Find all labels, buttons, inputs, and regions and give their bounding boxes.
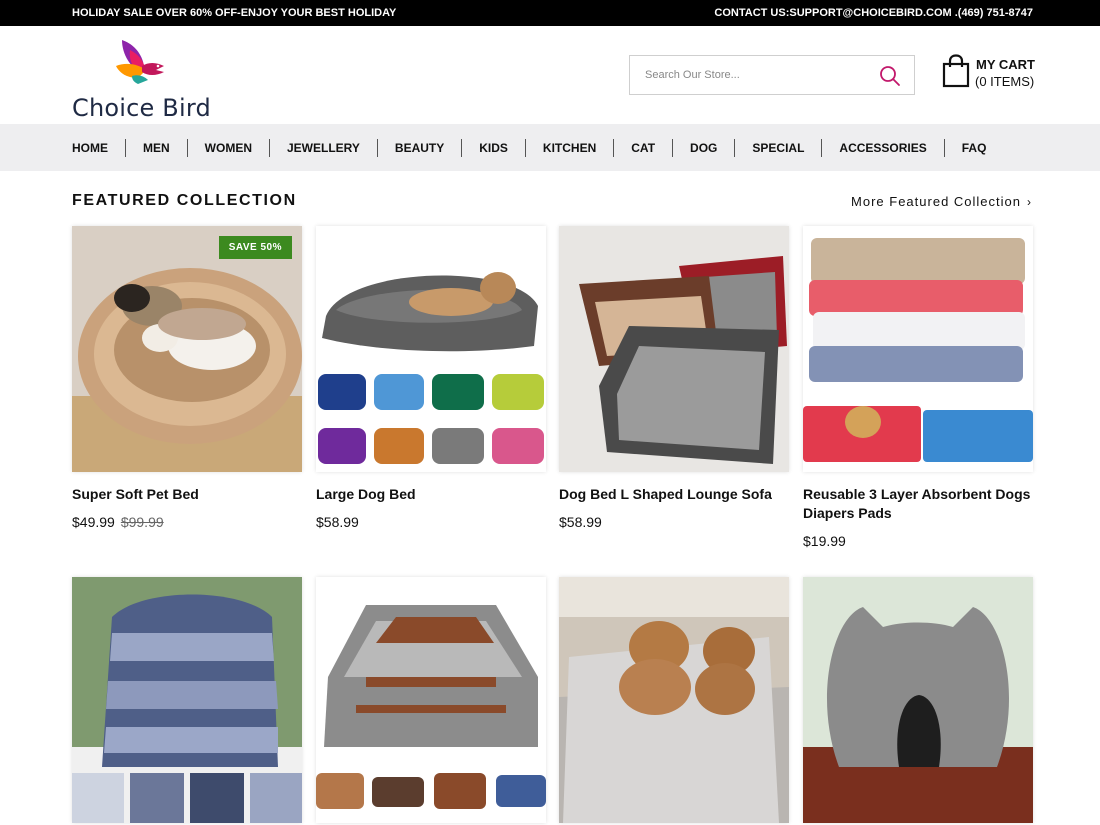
nav-item-jewellery[interactable]: JEWELLERY [287,141,360,155]
nav-separator [376,138,378,157]
product-card[interactable] [316,577,546,823]
sale-price: $58.99 [559,514,602,530]
nav-item-women[interactable]: WOMEN [205,141,252,155]
nav-separator [125,138,126,157]
product-price: $58.99 [316,514,546,530]
nav-item-cat[interactable]: CAT [631,141,655,155]
product-image[interactable] [559,577,789,823]
sale-badge: SAVE 50% [218,236,292,259]
bird-logo-icon [116,40,164,84]
nav-item-accessories[interactable]: ACCESSORIES [839,141,926,155]
contact-text[interactable]: CONTACT US:SUPPORT@CHOICEBIRD.COM .(469)… [714,7,1033,19]
nav-item-home[interactable]: HOME [72,141,108,155]
nav-separator [613,138,615,157]
product-image[interactable] [316,577,546,823]
main-nav: HOME MEN WOMEN JEWELLERY BEAUTY KIDS KITCHEN CA… [0,124,1100,171]
search-icon [880,66,900,86]
cart-title: MY CART [976,57,1035,72]
product-image[interactable]: SAVE 50% [72,226,302,472]
nav-item-special[interactable]: SPECIAL [752,141,804,155]
sale-price: $49.99 [72,514,115,530]
product-name[interactable]: Super Soft Pet Bed [72,485,302,504]
announcement-bar: HOLIDAY SALE OVER 60% OFF-ENJOY YOUR BES… [0,0,1100,26]
nav-list: HOME MEN WOMEN JEWELLERY BEAUTY KIDS KITCHEN CA… [0,124,1100,171]
product-name[interactable]: Reusable 3 Layer Absorbent Dogs Diapers … [803,485,1033,523]
more-featured-label: More Featured Collection [851,194,1021,209]
nav-item-kids[interactable]: KIDS [479,141,508,155]
product-name[interactable]: Large Dog Bed [316,485,546,504]
product-image[interactable] [316,226,546,472]
nav-separator [943,138,945,157]
product-price: $49.99 $99.99 [72,514,302,530]
logo[interactable]: Choice Bird [72,36,222,122]
nav-item-beauty[interactable]: BEAUTY [395,141,444,155]
product-image[interactable] [803,577,1033,823]
search-button[interactable] [878,64,902,88]
product-card[interactable] [559,577,789,823]
sale-price: $58.99 [316,514,359,530]
nav-separator [524,138,526,157]
promo-text: HOLIDAY SALE OVER 60% OFF-ENJOY YOUR BES… [72,7,397,19]
section-title: FEATURED COLLECTION [72,192,297,209]
product-card[interactable] [803,577,1033,823]
chevron-right-icon: › [1027,195,1032,209]
more-featured-link[interactable]: More Featured Collection › [851,194,1032,209]
nav-separator [821,138,823,157]
product-image[interactable] [559,226,789,472]
product-card[interactable]: SAVE 50% Super Soft Pet Bed $49.99 $99.99 [72,226,302,530]
product-image[interactable] [803,226,1033,472]
nav-separator [734,138,736,157]
nav-separator [269,138,270,157]
nav-item-faq[interactable]: FAQ [962,141,987,155]
shopping-bag-icon [942,54,970,88]
product-price: $58.99 [559,514,789,530]
sale-price: $19.99 [803,533,846,549]
product-card[interactable]: Reusable 3 Layer Absorbent Dogs Diapers … [803,226,1033,549]
product-name[interactable]: Dog Bed L Shaped Lounge Sofa [559,485,789,504]
product-card[interactable] [72,577,302,823]
product-price: $19.99 [803,533,1033,549]
compare-price: $99.99 [120,514,164,530]
search-input[interactable] [630,56,870,94]
site-header: Choice Bird MY CART (0 ITEMS) [0,26,1100,124]
nav-item-kitchen[interactable]: KITCHEN [543,141,596,155]
logo-text: Choice Bird [72,94,211,122]
nav-separator [461,138,463,157]
cart-button[interactable]: MY CART (0 ITEMS) [942,54,1042,94]
search-box [629,55,915,95]
product-card[interactable]: Large Dog Bed $58.99 [316,226,546,530]
nav-item-men[interactable]: MEN [143,141,170,155]
nav-separator [186,138,188,157]
product-card[interactable]: Dog Bed L Shaped Lounge Sofa $58.99 [559,226,789,530]
cart-item-count: (0 ITEMS) [975,74,1035,89]
nav-item-dog[interactable]: DOG [690,141,717,155]
nav-separator [672,138,674,157]
product-image[interactable] [72,577,302,823]
